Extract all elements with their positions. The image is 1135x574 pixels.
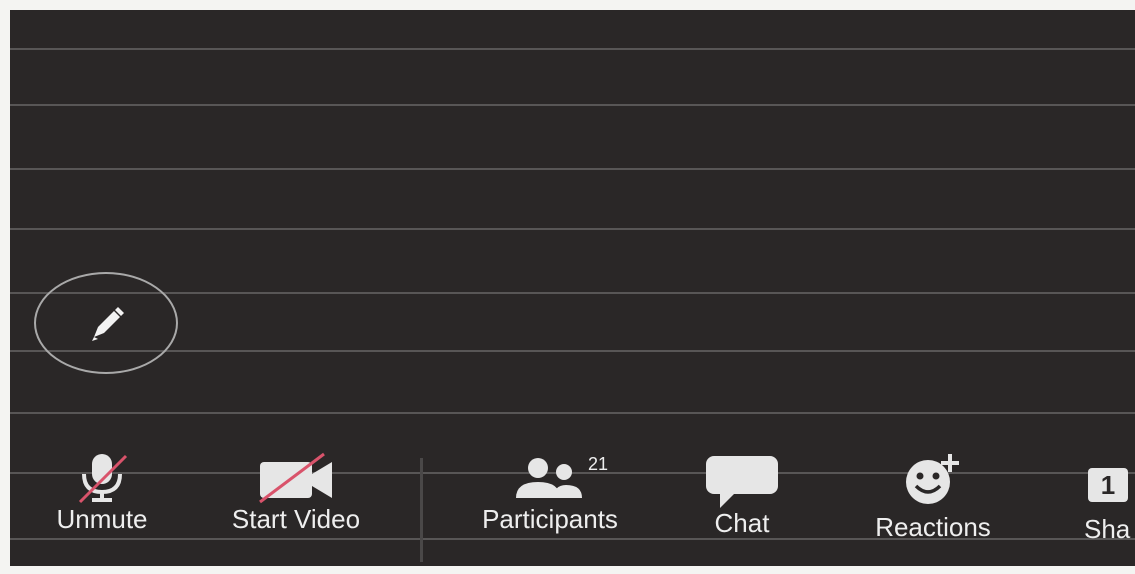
- participants-button[interactable]: Participants: [450, 440, 650, 566]
- participants-icon: [516, 458, 582, 498]
- annotate-button[interactable]: [34, 272, 178, 374]
- emoji-add-icon: [906, 454, 959, 504]
- toolbar-divider: [420, 458, 423, 562]
- microphone-muted-icon: [78, 454, 128, 504]
- video-off-icon: [259, 452, 332, 504]
- unmute-label: Unmute: [56, 504, 148, 534]
- scanline: [10, 104, 1135, 106]
- scanline: [10, 168, 1135, 170]
- reactions-label: Reactions: [875, 512, 991, 542]
- start-video-label: Start Video: [231, 504, 361, 534]
- meeting-screen: Unmute Start Video Participants 21 Chat …: [10, 10, 1135, 566]
- participants-count: 21: [588, 454, 609, 474]
- scanline: [10, 350, 1135, 352]
- scanline: [10, 48, 1135, 50]
- chat-label: Chat: [714, 508, 770, 538]
- share-screen-icon: 1: [1088, 468, 1128, 502]
- chat-button[interactable]: Chat: [690, 440, 794, 566]
- chat-bubble-icon: [706, 456, 778, 508]
- start-video-button[interactable]: Start Video: [206, 440, 386, 566]
- share-label: Sha: [1084, 514, 1131, 544]
- unmute-button[interactable]: Unmute: [32, 440, 172, 566]
- share-button[interactable]: 1 Sha: [1078, 440, 1135, 566]
- reactions-button[interactable]: Reactions: [852, 440, 1014, 566]
- scanline: [10, 228, 1135, 230]
- pencil-icon: [92, 307, 124, 341]
- scanline: [10, 412, 1135, 414]
- participants-label: Participants: [482, 504, 618, 534]
- scanline: [10, 292, 1135, 294]
- meeting-toolbar: Unmute Start Video Participants 21 Chat …: [10, 440, 1135, 566]
